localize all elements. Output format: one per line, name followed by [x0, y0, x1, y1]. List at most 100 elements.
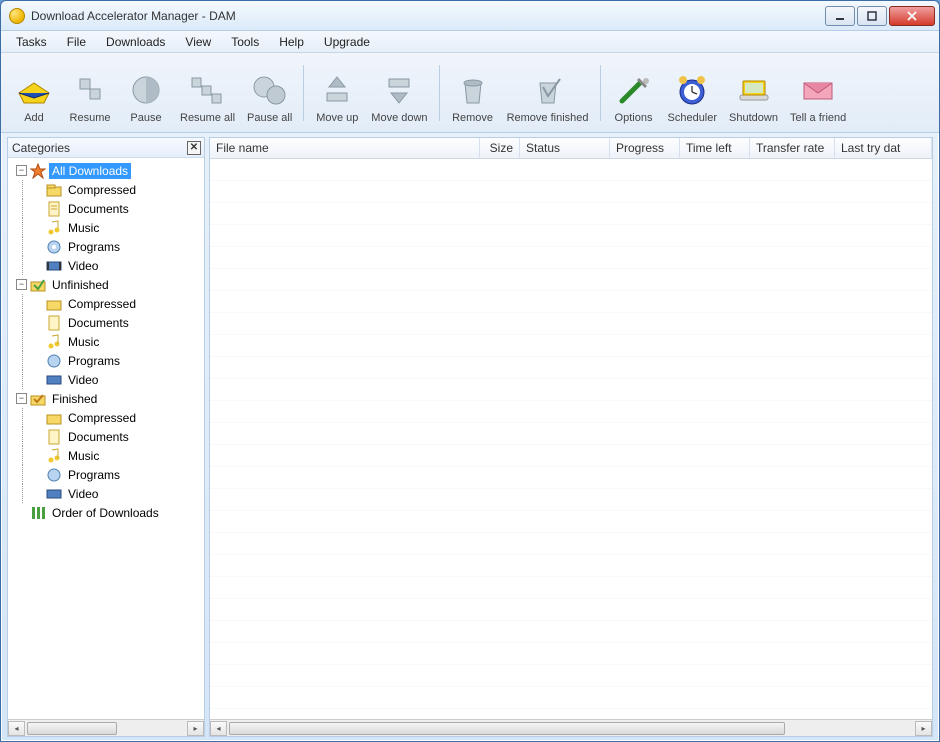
menu-file[interactable]: File [58, 33, 95, 51]
col-size[interactable]: Size [480, 138, 520, 158]
remove-finished-button[interactable]: Remove finished [502, 59, 594, 127]
tree-label: Programs [65, 239, 123, 255]
category-tree: − All Downloads Compressed Documents [8, 158, 204, 719]
scroll-track[interactable] [25, 721, 187, 736]
tree-label: All Downloads [49, 163, 131, 179]
col-lasttry[interactable]: Last try dat [835, 138, 932, 158]
tree-node-documents[interactable]: Documents [10, 427, 202, 446]
resume-button[interactable]: Resume [63, 59, 117, 127]
tree-node-programs[interactable]: Programs [10, 465, 202, 484]
menu-view[interactable]: View [176, 33, 220, 51]
shutdown-label: Shutdown [729, 112, 778, 124]
tree-node-documents[interactable]: Documents [10, 313, 202, 332]
compressed-icon [46, 182, 62, 198]
tree-toggle[interactable]: − [16, 165, 27, 176]
scroll-left-icon[interactable]: ◂ [8, 721, 25, 736]
tree-node-video[interactable]: Video [10, 484, 202, 503]
pause-all-button[interactable]: Pause all [242, 59, 297, 127]
resume-icon [70, 71, 110, 109]
tree-node-music[interactable]: Music [10, 446, 202, 465]
menu-tasks[interactable]: Tasks [7, 33, 56, 51]
col-status[interactable]: Status [520, 138, 610, 158]
window: Download Accelerator Manager - DAM Tasks… [0, 0, 940, 742]
tree-node-documents[interactable]: Documents [10, 199, 202, 218]
app-icon [9, 8, 25, 24]
window-title: Download Accelerator Manager - DAM [31, 9, 825, 23]
scroll-right-icon[interactable]: ▸ [915, 721, 932, 736]
remove-label: Remove [452, 112, 493, 124]
tree-node-compressed[interactable]: Compressed [10, 408, 202, 427]
window-controls [825, 6, 935, 26]
tree-node-video[interactable]: Video [10, 256, 202, 275]
tell-a-friend-label: Tell a friend [790, 112, 846, 124]
add-label: Add [24, 112, 44, 124]
video-icon [46, 258, 62, 274]
titlebar[interactable]: Download Accelerator Manager - DAM [1, 1, 939, 31]
music-icon [46, 448, 62, 464]
move-up-button[interactable]: Move up [310, 59, 364, 127]
add-button[interactable]: Add [7, 59, 61, 127]
sidebar-close-button[interactable]: ✕ [187, 141, 201, 155]
pause-label: Pause [130, 112, 161, 124]
programs-icon [46, 353, 62, 369]
remove-finished-label: Remove finished [507, 112, 589, 124]
minimize-button[interactable] [825, 6, 855, 26]
sidebar-header: Categories ✕ [8, 138, 204, 158]
tree-label: Order of Downloads [49, 505, 162, 521]
tree-node-all-downloads[interactable]: − All Downloads [10, 161, 202, 180]
scroll-thumb[interactable] [229, 722, 785, 735]
add-icon [14, 71, 54, 109]
col-progress[interactable]: Progress [610, 138, 680, 158]
tree-node-compressed[interactable]: Compressed [10, 294, 202, 313]
tree-node-programs[interactable]: Programs [10, 351, 202, 370]
col-transfer[interactable]: Transfer rate [750, 138, 835, 158]
toolbar-separator [600, 65, 601, 121]
tree-node-unfinished[interactable]: − Unfinished [10, 275, 202, 294]
maximize-button[interactable] [857, 6, 887, 26]
tree-node-music[interactable]: Music [10, 332, 202, 351]
col-filename[interactable]: File name [210, 138, 480, 158]
tree-node-programs[interactable]: Programs [10, 237, 202, 256]
options-button[interactable]: Options [607, 59, 661, 127]
menu-downloads[interactable]: Downloads [97, 33, 174, 51]
remove-button[interactable]: Remove [446, 59, 500, 127]
col-timeleft[interactable]: Time left [680, 138, 750, 158]
tree-label: Documents [65, 315, 132, 331]
scheduler-button[interactable]: Scheduler [663, 59, 723, 127]
order-icon [30, 505, 46, 521]
resume-label: Resume [70, 112, 111, 124]
close-button[interactable] [889, 6, 935, 26]
content: Categories ✕ − All Downloads Compressed [1, 133, 939, 741]
tree-node-music[interactable]: Music [10, 218, 202, 237]
tree-node-order[interactable]: Order of Downloads [10, 503, 202, 522]
scroll-track[interactable] [227, 721, 915, 736]
music-icon [46, 220, 62, 236]
sidebar-scrollbar[interactable]: ◂ ▸ [8, 719, 204, 736]
resume-all-button[interactable]: Resume all [175, 59, 240, 127]
remove-icon [453, 71, 493, 109]
tree-node-finished[interactable]: − Finished [10, 389, 202, 408]
scroll-right-icon[interactable]: ▸ [187, 721, 204, 736]
tree-label: Programs [65, 467, 123, 483]
tree-label: Music [65, 334, 102, 350]
tree-node-video[interactable]: Video [10, 370, 202, 389]
tree-label: Music [65, 448, 102, 464]
tree-toggle[interactable]: − [16, 393, 27, 404]
pause-button[interactable]: Pause [119, 59, 173, 127]
menu-upgrade[interactable]: Upgrade [315, 33, 379, 51]
scroll-thumb[interactable] [27, 722, 117, 735]
tree-label: Compressed [65, 410, 139, 426]
tree-node-compressed[interactable]: Compressed [10, 180, 202, 199]
tell-a-friend-button[interactable]: Tell a friend [785, 59, 851, 127]
shutdown-button[interactable]: Shutdown [724, 59, 783, 127]
menu-help[interactable]: Help [270, 33, 313, 51]
move-down-button[interactable]: Move down [366, 59, 432, 127]
grid-scrollbar[interactable]: ◂ ▸ [210, 719, 932, 736]
close-icon [907, 11, 917, 21]
tree-label: Unfinished [49, 277, 112, 293]
grid-body[interactable] [210, 159, 932, 719]
programs-icon [46, 467, 62, 483]
tree-toggle[interactable]: − [16, 279, 27, 290]
scroll-left-icon[interactable]: ◂ [210, 721, 227, 736]
menu-tools[interactable]: Tools [222, 33, 268, 51]
